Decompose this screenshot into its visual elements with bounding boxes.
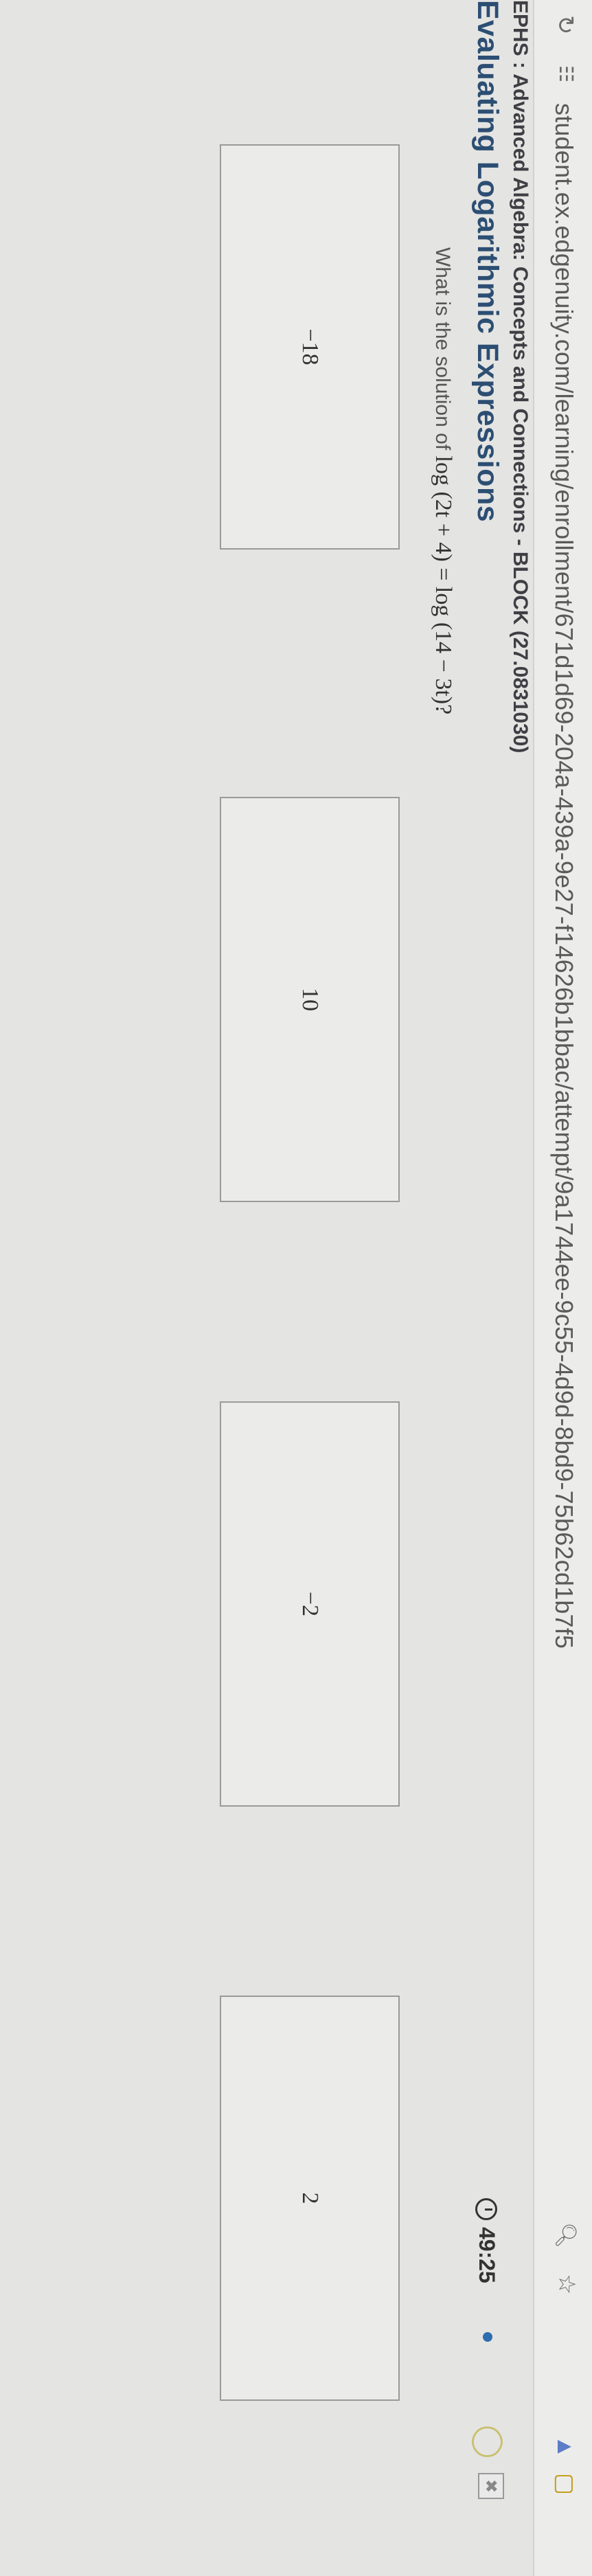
timer: 49:25 (474, 2198, 499, 2283)
question-text: What is the solution of log (2t + 4) = l… (430, 247, 456, 714)
site-info-icon[interactable]: ☷ (556, 65, 577, 82)
reload-icon[interactable]: ↻ (552, 15, 578, 35)
zoom-icon[interactable]: 🔍︎ (554, 2222, 577, 2248)
status-dot (483, 2332, 492, 2342)
browser-toolbar: ↻ ☷ student.ex.edgenuity.com/learning/en… (533, 0, 592, 2576)
timer-icon (475, 2198, 498, 2220)
answer-choice-a[interactable]: −18 (220, 144, 400, 550)
timer-value: 49:25 (475, 2227, 499, 2283)
answer-choice-b[interactable]: 10 (220, 797, 400, 1202)
question-prompt: What is the solution of (431, 247, 454, 451)
bookmark-star-icon[interactable]: ☆ (554, 2274, 580, 2294)
extension-icon[interactable]: ▲ (552, 2435, 578, 2459)
hint-lightbulb-icon[interactable]: ◯ (472, 2425, 507, 2459)
question-expression: log (2t + 4) = log (14 − 3t)? (431, 455, 456, 715)
tools-icon[interactable]: ✖ (478, 2473, 504, 2499)
lesson-title: Evaluating Logarithmic Expressions (471, 0, 504, 523)
answer-choice-label: 10 (297, 988, 323, 1011)
answer-choice-label: −18 (297, 328, 323, 365)
answer-choice-label: 2 (297, 2192, 323, 2204)
course-title: EPHS : Advanced Algebra: Concepts and Co… (509, 0, 532, 754)
address-bar[interactable]: student.ex.edgenuity.com/learning/enroll… (549, 103, 578, 1649)
extension-puzzle-icon[interactable]: ▢ (552, 2473, 578, 2495)
page-stage: ↻ ☷ student.ex.edgenuity.com/learning/en… (0, 0, 592, 2576)
answer-choice-d[interactable]: 2 (220, 1996, 400, 2401)
answer-choice-c[interactable]: −2 (220, 1401, 400, 1807)
answer-choice-label: −2 (297, 1591, 323, 1617)
